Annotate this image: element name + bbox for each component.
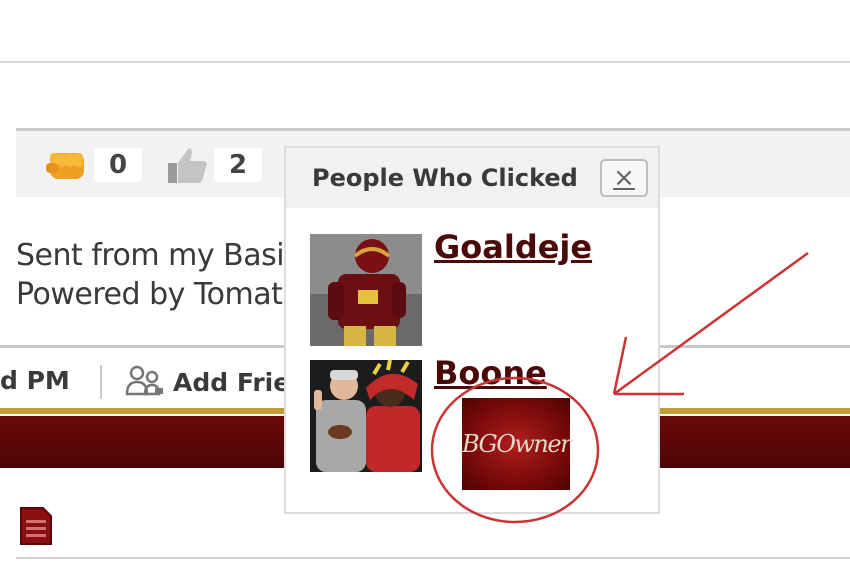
clicker-username[interactable]: Goaldeje: [434, 228, 592, 266]
close-icon: ×: [613, 163, 635, 193]
add-friend-link[interactable]: Add Frie: [125, 364, 290, 400]
popup-title: People Who Clicked: [312, 164, 578, 192]
reaction-fist[interactable]: 0: [44, 145, 142, 185]
thumbs-up-icon: [164, 145, 210, 185]
reaction-fist-count: 0: [94, 148, 142, 182]
bgowner-badge: BGOwner: [461, 398, 572, 490]
fist-icon: [44, 145, 90, 185]
reaction-thumbs-up[interactable]: 2: [164, 145, 262, 185]
actions-separator: [100, 365, 102, 399]
post-signature: Sent from my Basic Powered by Tomato: [16, 236, 301, 314]
popup-header: People Who Clicked ×: [286, 148, 658, 208]
clicker-username[interactable]: Boone: [434, 354, 547, 392]
top-divider: [0, 61, 850, 63]
post-line-1: Sent from my Basic: [16, 238, 301, 273]
post-line-2: Powered by Tomato: [16, 277, 301, 312]
document-icon[interactable]: [17, 506, 55, 550]
reaction-thumbs-up-count: 2: [214, 148, 262, 182]
add-friend-icon: [125, 364, 165, 400]
close-button[interactable]: ×: [600, 159, 648, 197]
badge-label: BGOwner: [461, 430, 572, 458]
people-who-clicked-popup: People Who Clicked × Goaldeje Boone BGOw…: [284, 146, 660, 514]
avatar[interactable]: [310, 360, 422, 472]
bottom-divider: [16, 557, 850, 559]
avatar[interactable]: [310, 234, 422, 346]
add-friend-label: Add Frie: [173, 367, 291, 397]
send-pm-link[interactable]: d PM: [0, 366, 70, 395]
